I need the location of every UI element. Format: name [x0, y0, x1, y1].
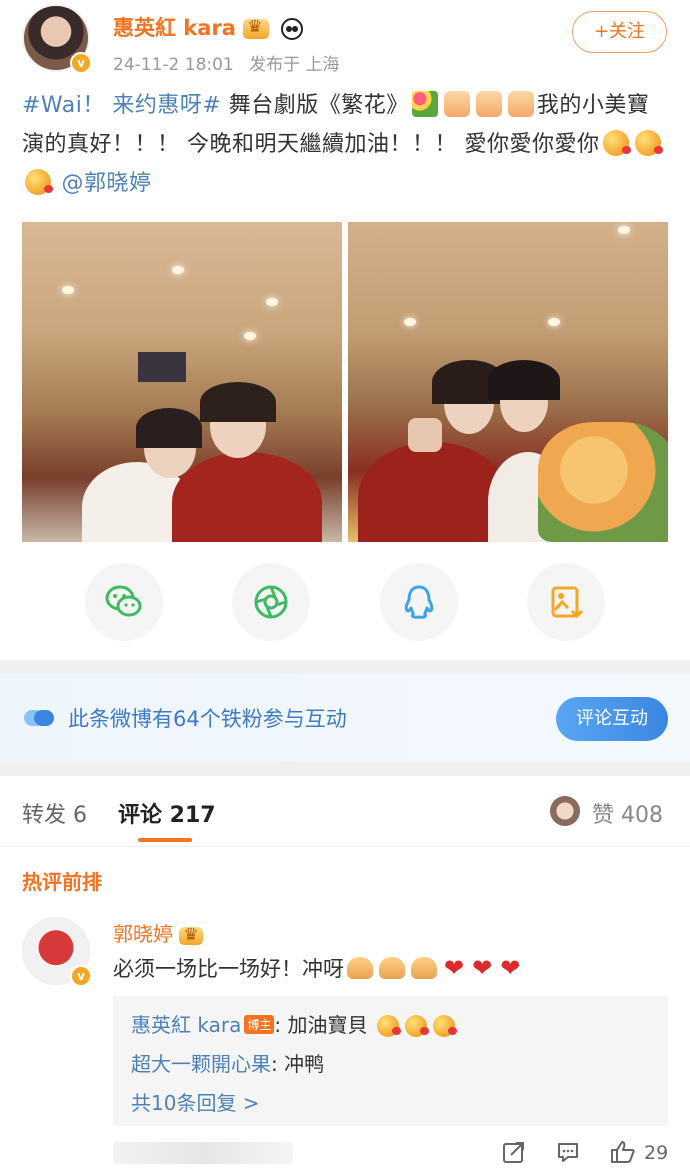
- wechat-icon: [105, 585, 142, 617]
- section-divider: [0, 660, 690, 674]
- muscle-emoji-icon: [411, 957, 437, 979]
- tab-divider: [0, 846, 690, 847]
- qq-icon: [404, 585, 434, 619]
- author-name-row[interactable]: 惠英紅 kara: [113, 12, 303, 42]
- crown-icon: [179, 925, 204, 945]
- comment-body: 必须一场比一场好！冲呀: [113, 957, 344, 981]
- post-mention[interactable]: @郭晓婷: [62, 171, 152, 196]
- tab-repost[interactable]: 转发 6: [22, 797, 87, 829]
- post-photo-2[interactable]: [348, 222, 668, 542]
- verified-badge-icon: v: [70, 965, 92, 987]
- muscle-emoji-icon: [347, 957, 373, 979]
- reply-item[interactable]: 惠英紅 kara 博主: 加油寶貝: [131, 1009, 458, 1038]
- heart-emoji-icon: ❤: [472, 954, 493, 982]
- comment-text: 必须一场比一场好！冲呀 ❤ ❤ ❤: [113, 953, 524, 983]
- reply-text: : 冲鸭: [271, 1052, 325, 1076]
- post-text: #Wai！ 来约惠呀# 舞台劇版《繁花》 我的小美寶演的真好！！！ 今晚和明天繼續…: [22, 86, 670, 203]
- follow-button[interactable]: +关注: [572, 11, 667, 53]
- tab-comments[interactable]: 评论 217: [118, 797, 216, 829]
- comment-interact-button[interactable]: 评论互动: [556, 697, 668, 741]
- active-tab-indicator: [138, 838, 192, 842]
- share-wechat-button[interactable]: [85, 563, 163, 641]
- bouquet-emoji-icon: [411, 91, 438, 117]
- share-icon[interactable]: [502, 1140, 526, 1164]
- kiss-emoji-icon: [602, 130, 631, 156]
- heart-emoji-icon: ❤: [444, 954, 465, 982]
- commenter-name-row[interactable]: 郭晓婷: [113, 918, 204, 947]
- reply-item[interactable]: 超大一颗開心果: 冲鸭: [131, 1048, 324, 1077]
- post-location: 发布于 上海: [249, 55, 340, 75]
- hot-comments-title: 热评前排: [22, 870, 102, 894]
- commenter-name[interactable]: 郭晓婷: [113, 922, 173, 946]
- post-photo-1[interactable]: [22, 222, 342, 542]
- comment-like-count: 29: [644, 1142, 669, 1164]
- kiss-emoji-icon: [432, 1015, 457, 1037]
- reply-author[interactable]: 惠英紅 kara: [131, 1013, 241, 1037]
- fans-icon: [24, 710, 54, 726]
- heart-emoji-icon: ❤: [500, 954, 521, 982]
- crown-icon: [243, 17, 270, 39]
- comment-meta-blurred: [113, 1142, 293, 1164]
- save-image-button[interactable]: [527, 563, 605, 641]
- post-hashtag[interactable]: #Wai！ 来约惠呀#: [22, 93, 221, 118]
- more-replies-link[interactable]: 共10条回复 >: [131, 1087, 260, 1116]
- moments-icon: [254, 585, 288, 619]
- post-time: 24-11-2 18:01: [113, 55, 234, 75]
- reply-author[interactable]: 超大一颗開心果: [131, 1052, 271, 1076]
- reply-text: : 加油寶貝: [274, 1013, 368, 1037]
- post-text-part1: 舞台劇版《繁花》: [221, 93, 409, 118]
- share-qq-button[interactable]: [380, 563, 458, 641]
- kiss-emoji-icon: [404, 1015, 429, 1037]
- host-badge: 博主: [244, 1015, 275, 1034]
- thumbs-up-emoji-icon: [507, 91, 534, 117]
- thumbs-up-emoji-icon: [475, 91, 502, 117]
- like-icon[interactable]: [610, 1140, 636, 1164]
- fans-interaction-text: 此条微博有64个铁粉参与互动: [68, 707, 347, 731]
- panda-icon: [280, 18, 303, 40]
- thumbs-up-emoji-icon: [443, 91, 470, 117]
- liker-avatar: [550, 796, 580, 826]
- kiss-emoji-icon: [25, 169, 53, 195]
- muscle-emoji-icon: [379, 957, 405, 979]
- tab-likes[interactable]: 赞 408: [592, 797, 663, 829]
- kiss-emoji-icon: [376, 1015, 401, 1037]
- comment-icon[interactable]: [556, 1140, 580, 1164]
- kiss-emoji-icon: [634, 130, 663, 156]
- verified-badge-icon: v: [70, 52, 92, 74]
- save-image-icon: [551, 586, 584, 619]
- author-name[interactable]: 惠英紅 kara: [113, 16, 236, 40]
- section-divider: [0, 762, 690, 776]
- share-moments-button[interactable]: [232, 563, 310, 641]
- post-meta: 24-11-2 18:01 发布于 上海: [113, 50, 340, 75]
